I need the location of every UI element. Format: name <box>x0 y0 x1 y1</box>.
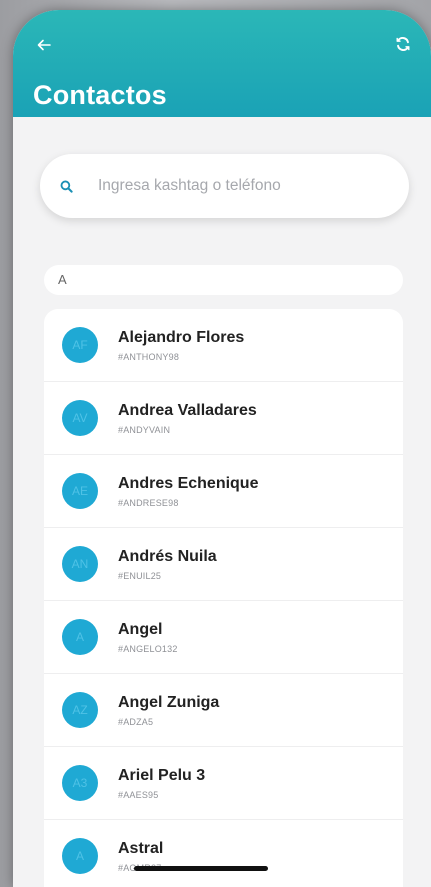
contact-row[interactable]: AN Andrés Nuila #ENUIL25 <box>44 528 403 601</box>
section-header-a: A <box>44 265 403 295</box>
home-indicator[interactable] <box>134 866 268 871</box>
phone-screen: Contactos A AF Alejandro Flores #ANTHONY… <box>13 10 431 887</box>
contact-kashtag: #ANGELO132 <box>118 644 178 654</box>
contact-name: Andrea Valladares <box>118 402 257 419</box>
contact-name: Ariel Pelu 3 <box>118 767 206 784</box>
contact-name: Astral <box>118 840 164 857</box>
contact-row[interactable]: AE Andres Echenique #ANDRESE98 <box>44 455 403 528</box>
avatar: A3 <box>62 765 98 801</box>
contact-name: Angel <box>118 621 163 638</box>
contact-row[interactable]: A Angel #ANGELO132 <box>44 601 403 674</box>
avatar: A <box>62 619 98 655</box>
avatar: AF <box>62 327 98 363</box>
back-button[interactable] <box>31 34 57 60</box>
contact-kashtag: #AAES95 <box>118 790 159 800</box>
contact-kashtag: #ANDRESE98 <box>118 498 179 508</box>
contact-row[interactable]: A Astral #AGMR27 <box>44 820 403 887</box>
avatar: AN <box>62 546 98 582</box>
contact-kashtag: #ENUIL25 <box>118 571 162 581</box>
contact-row[interactable]: AZ Angel Zuniga #ADZA5 <box>44 674 403 747</box>
contact-row[interactable]: AF Alejandro Flores #ANTHONY98 <box>44 309 403 382</box>
contact-row[interactable]: AV Andrea Valladares #ANDYVAIN <box>44 382 403 455</box>
avatar: AE <box>62 473 98 509</box>
contact-row[interactable]: A3 Ariel Pelu 3 #AAES95 <box>44 747 403 820</box>
contact-name: Alejandro Flores <box>118 329 245 346</box>
avatar: AZ <box>62 692 98 728</box>
contact-kashtag: #ANDYVAIN <box>118 425 171 435</box>
sync-icon <box>394 35 412 58</box>
contact-name: Andres Echenique <box>118 475 259 492</box>
sync-button[interactable] <box>389 32 417 60</box>
arrow-left-icon <box>37 38 51 57</box>
contact-kashtag: #ANTHONY98 <box>118 352 180 362</box>
contact-name: Andrés Nuila <box>118 548 217 565</box>
contact-kashtag: #ADZA5 <box>118 717 154 727</box>
avatar: A <box>62 838 98 874</box>
header-bar: Contactos <box>13 10 431 117</box>
avatar: AV <box>62 400 98 436</box>
search-bar <box>40 154 409 218</box>
search-input[interactable] <box>96 176 409 196</box>
page-title: Contactos <box>33 80 167 110</box>
contact-list: AF Alejandro Flores #ANTHONY98 AV Andrea… <box>44 309 403 887</box>
contact-name: Angel Zuniga <box>118 694 220 711</box>
